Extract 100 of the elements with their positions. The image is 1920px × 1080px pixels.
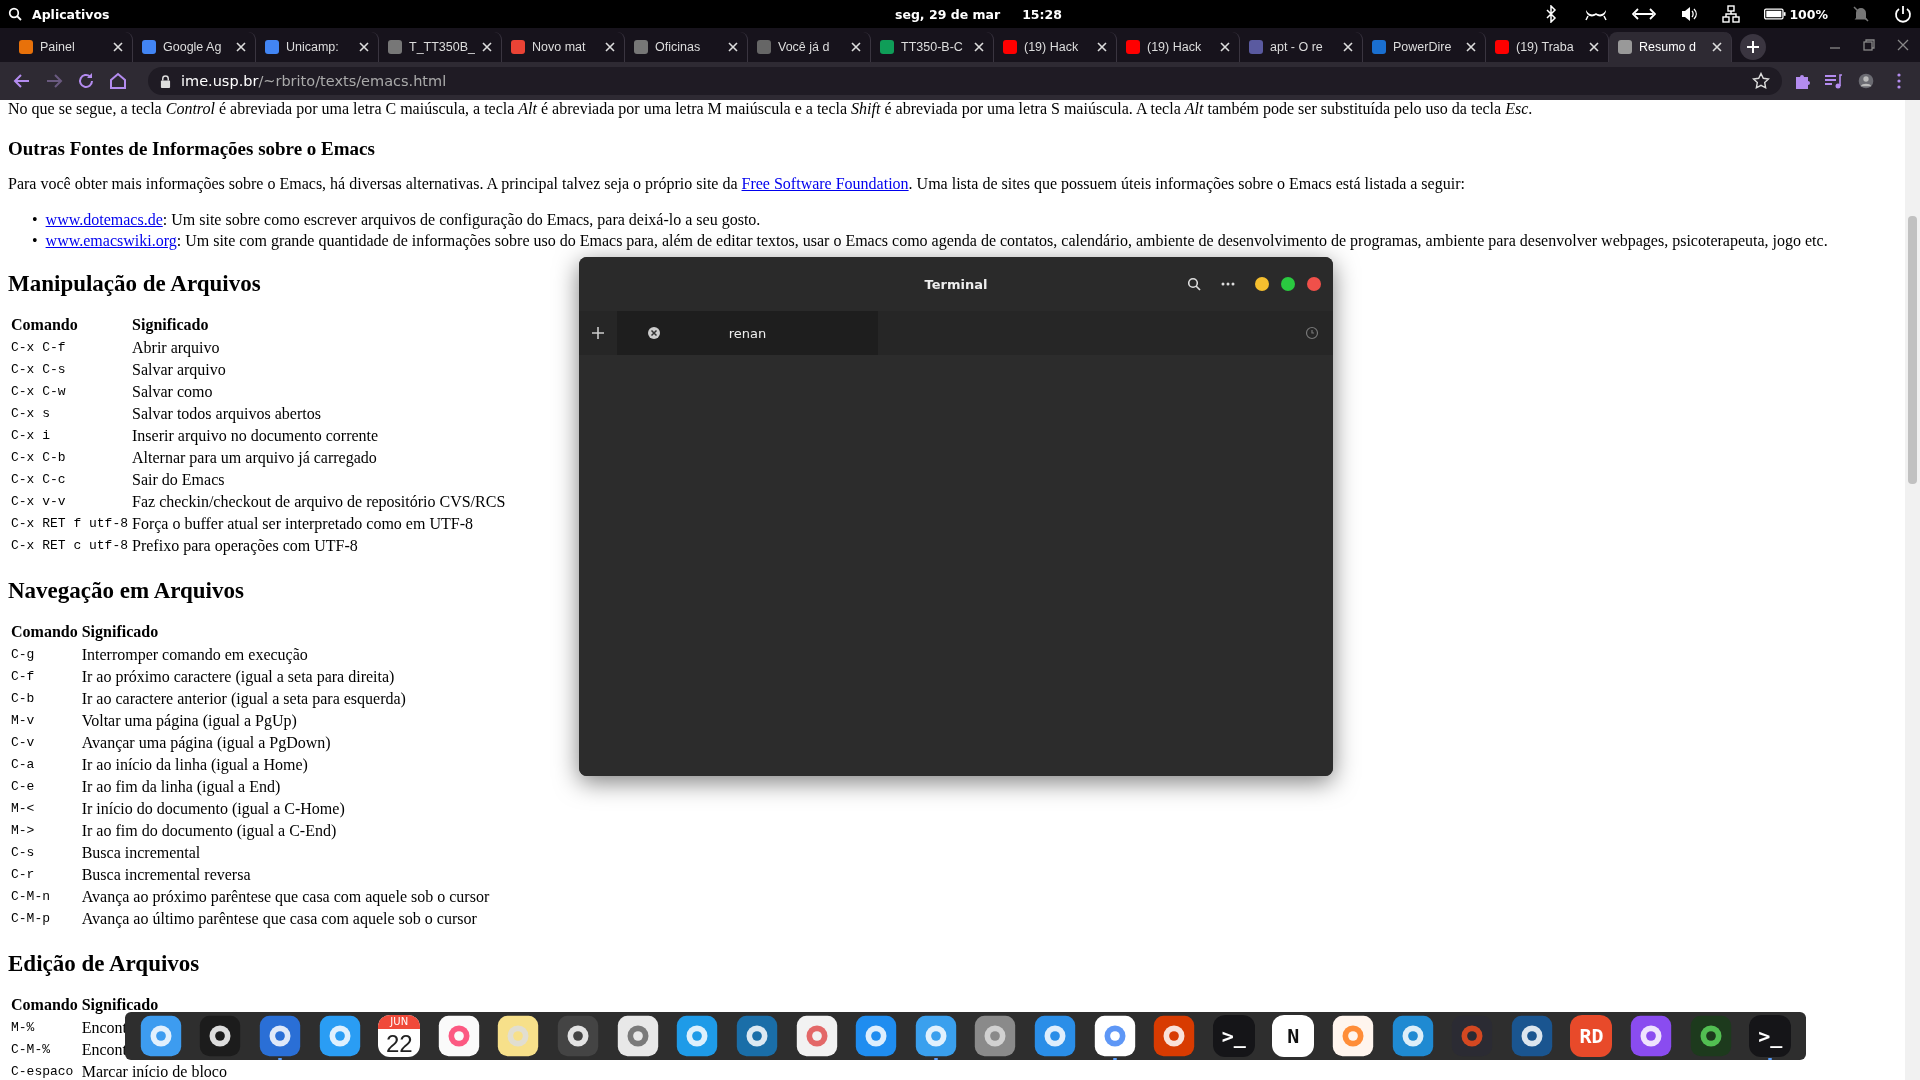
- column-header: Significado: [131, 315, 210, 336]
- table-cell-text: C-M-%: [10, 1041, 51, 1059]
- table-cell-text: C-x i: [10, 427, 51, 445]
- favicon-icon: [1003, 40, 1017, 54]
- app-icon[interactable]: [855, 1015, 898, 1057]
- code-arrows-icon[interactable]: [1632, 6, 1657, 22]
- terminal-tab[interactable]: renan: [617, 311, 878, 355]
- app-icon[interactable]: [676, 1015, 719, 1057]
- minimize-button[interactable]: [1255, 277, 1269, 291]
- favicon-icon: [19, 40, 33, 54]
- app-icon[interactable]: [1630, 1015, 1673, 1057]
- table-cell: Faz checkin/checkout de arquivo de repositório CVS/RCS: [131, 492, 507, 512]
- battery-percentage: 100%: [1789, 6, 1828, 22]
- puzzle-icon[interactable]: [1794, 72, 1812, 90]
- table-cell-text: C-x C-b: [10, 449, 67, 467]
- table-cell-text: C-r: [10, 866, 36, 884]
- home-icon[interactable]: [108, 71, 128, 91]
- app-icon[interactable]: [318, 1015, 361, 1057]
- new-tab-button[interactable]: [1740, 34, 1766, 60]
- app-icon[interactable]: N: [1272, 1015, 1315, 1057]
- app-icon[interactable]: [199, 1015, 242, 1057]
- table-cell-text: C-x v-v: [10, 493, 67, 511]
- section-heading: Navegação em Arquivos: [8, 578, 244, 604]
- table-cell-text: Força o buffer atual ser interpretado como em UTF-8: [131, 514, 474, 534]
- lock-icon[interactable]: [160, 74, 171, 88]
- url-path: /~rbrito/texts/emacs.html: [258, 73, 447, 89]
- applications-menu[interactable]: Aplicativos: [32, 6, 110, 22]
- table-cell-text: C-x C-f: [10, 339, 67, 357]
- tab-title: (19) Hack: [1024, 40, 1080, 54]
- tab-title: TT350-B-C: [901, 40, 964, 54]
- app-icon[interactable]: [259, 1015, 301, 1057]
- app-icon[interactable]: [974, 1015, 1017, 1057]
- table-cell-text: C-x C-s: [10, 361, 67, 379]
- plus-icon: [1747, 41, 1759, 53]
- scrollbar[interactable]: [1905, 100, 1920, 1080]
- table-cell-text: Interromper comando em execução: [80, 645, 309, 665]
- app-icon[interactable]: [1033, 1015, 1076, 1057]
- app-icon[interactable]: [1689, 1015, 1732, 1057]
- search-icon[interactable]: [8, 7, 22, 21]
- table-cell-text: Busca incremental: [80, 843, 202, 863]
- browser-tab[interactable]: Resumo d: [1609, 32, 1732, 62]
- app-icon[interactable]: >_: [1212, 1015, 1255, 1057]
- clock-icon[interactable]: [1305, 326, 1319, 340]
- app-icon[interactable]: [1153, 1015, 1196, 1057]
- bell-off-icon[interactable]: [1852, 5, 1870, 23]
- volume-icon[interactable]: [1680, 5, 1699, 23]
- table-cell-text: Ir ao caractere anterior (igual a seta para esquerda): [80, 689, 407, 709]
- address-bar[interactable]: ime.usp.br/~rbrito/texts/emacs.html: [148, 67, 1782, 95]
- close-button[interactable]: [1307, 277, 1321, 291]
- scrollbar-thumb[interactable]: [1908, 216, 1917, 484]
- tab-title: (19) Traba: [1516, 40, 1575, 54]
- table-cell-text: Sair do Emacs: [131, 470, 226, 490]
- link[interactable]: www.dotemacs.de: [45, 211, 163, 228]
- search-icon[interactable]: [1187, 277, 1201, 291]
- app-icon[interactable]: [1510, 1015, 1553, 1057]
- tab-title: Resumo d: [1639, 40, 1697, 54]
- maximize-button[interactable]: [1281, 277, 1295, 291]
- paragraph: No que se segue, a tecla Control é abreviada por uma letra C maiúscula, a tecla Alt é abreviada por uma letra M maiúscula e a tecla Shift é abreviada por uma letra S maiúscula. A tecla Alt também pode ser substituída pelo uso da tecla Esc.: [8, 100, 1534, 118]
- favicon-icon: [757, 40, 771, 54]
- app-icon[interactable]: [1332, 1015, 1374, 1057]
- link[interactable]: www.emacswiki.org: [45, 232, 177, 249]
- app-icon[interactable]: [1093, 1015, 1136, 1057]
- calendar-icon[interactable]: JUN 22: [378, 1015, 421, 1057]
- favicon-icon: [511, 40, 525, 54]
- favicon-icon: [1126, 40, 1140, 54]
- app-icon[interactable]: [437, 1015, 480, 1057]
- add-icon[interactable]: [591, 326, 605, 340]
- table-cell-text: M-v: [10, 712, 36, 730]
- table-cell-text: M-<: [10, 800, 36, 818]
- power-icon[interactable]: [1894, 5, 1912, 23]
- close-icon[interactable]: [647, 326, 661, 340]
- calendar-month: JUN: [378, 1015, 421, 1029]
- restore-icon[interactable]: [1862, 38, 1876, 52]
- table-cell-text: Ir ao início da linha (igual a Home): [80, 755, 309, 775]
- tab-title: renan: [728, 325, 767, 341]
- app-icon[interactable]: [616, 1015, 659, 1057]
- app-icon[interactable]: [139, 1015, 182, 1057]
- app-icon[interactable]: [1391, 1015, 1434, 1057]
- network-icon[interactable]: [1722, 5, 1741, 23]
- bookmark-star-icon[interactable]: [1752, 72, 1770, 90]
- app-icon[interactable]: >_: [1749, 1015, 1792, 1057]
- table-cell-text: C-a: [10, 756, 36, 774]
- bullet: •: [32, 231, 38, 251]
- tab-title: Novo mat: [532, 40, 587, 54]
- date-label[interactable]: seg, 29 de mar: [895, 6, 1001, 22]
- reload-icon[interactable]: [76, 71, 96, 91]
- app-icon[interactable]: [914, 1015, 957, 1057]
- clock-label[interactable]: 15:28: [1022, 6, 1062, 22]
- playlist-icon[interactable]: [1824, 72, 1842, 90]
- table-cell-text: Ir ao fim da linha (igual a End): [80, 777, 282, 797]
- tab-title: Você já d: [778, 40, 831, 54]
- app-icon[interactable]: [497, 1015, 540, 1057]
- app-icon[interactable]: [557, 1015, 600, 1057]
- link[interactable]: Free Software Foundation: [741, 175, 909, 192]
- battery-icon[interactable]: [1764, 8, 1787, 20]
- app-icon[interactable]: RD: [1570, 1015, 1613, 1057]
- table-cell-text: C-f: [10, 668, 36, 686]
- app-icon[interactable]: [735, 1015, 778, 1057]
- app-icon[interactable]: [795, 1015, 838, 1057]
- table-cell-text: Encont: [80, 1018, 128, 1038]
